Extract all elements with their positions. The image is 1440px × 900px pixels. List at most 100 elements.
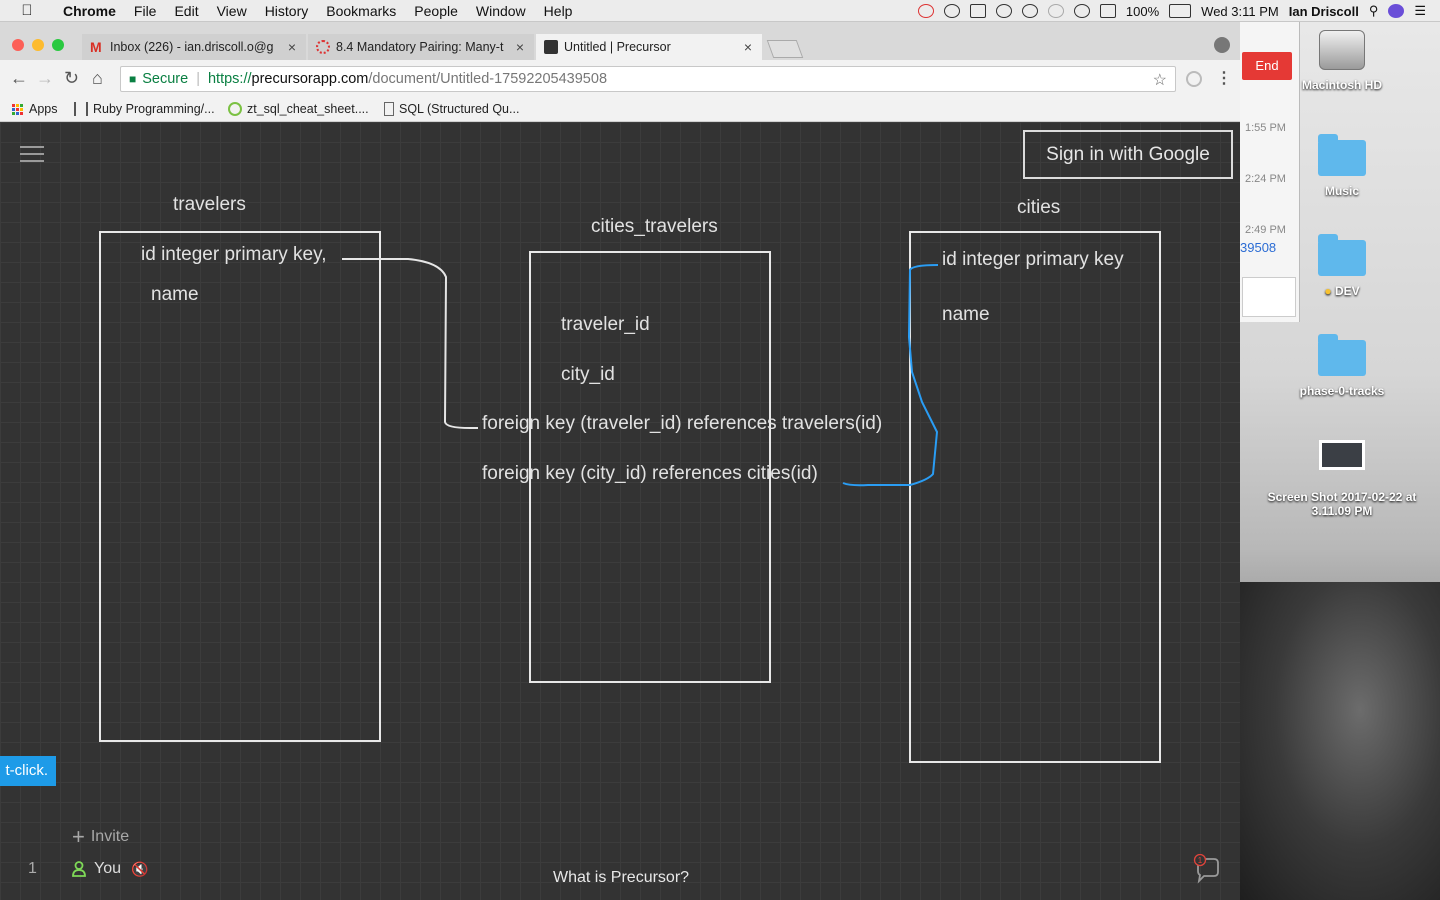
desktop-icon-hd[interactable]: Macintosh HD xyxy=(1282,30,1402,92)
forward-icon[interactable]: → xyxy=(36,68,54,89)
desktop-icon-music[interactable]: Music xyxy=(1282,134,1402,198)
bluetooth-icon[interactable] xyxy=(1047,4,1064,18)
tab-pairing[interactable]: 8.4 Mandatory Pairing: Many-t × xyxy=(308,34,534,60)
close-tab-icon[interactable]: × xyxy=(744,39,752,55)
profile-icon[interactable] xyxy=(1214,37,1230,53)
bookmark-apps[interactable]: Apps xyxy=(12,102,58,116)
folder-icon xyxy=(1318,134,1366,176)
spotlight-search-icon[interactable]: ⚲ xyxy=(1369,3,1379,19)
extension-icon[interactable] xyxy=(1186,71,1202,87)
user-name[interactable]: Ian Driscoll xyxy=(1289,4,1359,19)
dropbox-icon[interactable] xyxy=(969,4,986,18)
close-tab-icon[interactable]: × xyxy=(516,39,524,55)
desktop-icon-label: Screen Shot 2017-02-22 at 3.11.09 PM xyxy=(1267,490,1417,518)
apps-grid-icon xyxy=(12,103,23,115)
what-is-precursor-link[interactable]: What is Precursor? xyxy=(553,869,689,887)
clock[interactable]: Wed 3:11 PM xyxy=(1201,4,1279,19)
chrome-menu-icon[interactable]: ⋮ xyxy=(1216,68,1232,88)
end-button[interactable]: End xyxy=(1242,52,1292,80)
input-box[interactable] xyxy=(1242,277,1296,317)
url-scheme: https:// xyxy=(207,71,252,87)
maximize-window-button[interactable] xyxy=(52,39,64,51)
bookmark-sql[interactable]: SQL (Structured Qu... xyxy=(384,102,519,116)
desktop-icon-label: Music xyxy=(1324,184,1359,198)
notification-center-icon[interactable]: ☰ xyxy=(1414,3,1426,19)
connector-cities-fk xyxy=(842,264,939,487)
screen-record-icon[interactable] xyxy=(943,4,960,18)
user-label[interactable]: You xyxy=(94,860,121,878)
invite-button[interactable]: + Invite xyxy=(72,824,130,849)
bookmarks-bar: Apps Ruby Programming/... zt_sql_cheat_s… xyxy=(0,98,1240,122)
collaborator-row: 1 You 🔇 xyxy=(28,860,148,878)
bookmark-label: SQL (Structured Qu... xyxy=(399,102,520,116)
precursor-canvas[interactable]: Sign in with Google travelers id integer… xyxy=(0,122,1240,900)
lock-icon: ■ xyxy=(129,72,137,86)
menu-bookmarks[interactable]: Bookmarks xyxy=(317,3,405,19)
desktop-icon-screenshot[interactable]: Screen Shot 2017-02-22 at 3.11.09 PM xyxy=(1252,440,1432,518)
separator: | xyxy=(196,71,200,87)
desktop-icon-label: DEV xyxy=(1334,284,1360,298)
devbootcamp-icon xyxy=(316,40,330,54)
tab-precursor[interactable]: Untitled | Precursor × xyxy=(536,34,762,60)
mute-icon[interactable]: 🔇 xyxy=(131,861,148,878)
link-fragment[interactable]: 39508 xyxy=(1240,240,1276,255)
desktop-icon-phase[interactable]: phase-0-tracks xyxy=(1282,334,1402,398)
folder-icon xyxy=(1318,234,1366,276)
bookmark-ruby[interactable]: Ruby Programming/... xyxy=(74,102,215,116)
bookmark-sql-cheat[interactable]: zt_sql_cheat_sheet.... xyxy=(228,102,369,116)
battery-icon[interactable] xyxy=(1169,4,1192,18)
menu-edit[interactable]: Edit xyxy=(165,3,207,19)
invite-label: Invite xyxy=(90,828,130,845)
reload-icon[interactable]: ↻ xyxy=(64,68,79,89)
chat-icon[interactable]: 1 xyxy=(1192,854,1222,884)
time-label: 1:55 PM xyxy=(1245,122,1286,134)
wallpaper-rock xyxy=(1240,582,1440,900)
bookmark-star-icon[interactable]: ☆ xyxy=(1153,70,1167,90)
menu-people[interactable]: People xyxy=(405,3,467,19)
tab-gmail[interactable]: M Inbox (226) - ian.driscoll.o@g × xyxy=(82,34,306,60)
bookmark-label: zt_sql_cheat_sheet.... xyxy=(247,102,369,116)
address-bar[interactable]: ■ Secure | https:// precursorapp.com /do… xyxy=(120,66,1176,92)
menu-window[interactable]: Window xyxy=(467,3,535,19)
home-icon[interactable]: ⌂ xyxy=(92,68,103,89)
close-window-button[interactable] xyxy=(12,39,24,51)
menu-bar:  Chrome File Edit View History Bookmark… xyxy=(0,0,1440,22)
tab-strip: M Inbox (226) - ian.driscoll.o@g × 8.4 M… xyxy=(0,22,1240,60)
siri-icon[interactable] xyxy=(1388,4,1405,18)
tab-title: Untitled | Precursor xyxy=(564,40,671,54)
browser-toolbar: ← → ↻ ⌂ ■ Secure | https:// precursorapp… xyxy=(0,60,1240,98)
url-path: /document/Untitled-17592205439508 xyxy=(368,71,608,87)
accessibility-icon[interactable] xyxy=(995,4,1012,18)
tooltip-hint: t-click. xyxy=(0,756,56,786)
new-tab-button[interactable] xyxy=(766,40,804,58)
wikibooks-icon xyxy=(74,102,88,116)
bookmark-label: Apps xyxy=(29,102,58,116)
apple-menu-icon[interactable]:  xyxy=(0,2,54,19)
close-tab-icon[interactable]: × xyxy=(288,39,296,55)
document-icon xyxy=(384,102,394,116)
back-icon[interactable]: ← xyxy=(10,68,28,89)
plus-icon: + xyxy=(72,824,85,849)
menu-history[interactable]: History xyxy=(256,3,318,19)
time-machine-icon[interactable] xyxy=(1021,4,1038,18)
tag-dot-icon: ● xyxy=(1324,284,1332,298)
bookmark-label: Ruby Programming/... xyxy=(93,102,215,116)
desktop-icon-dev[interactable]: ● DEV xyxy=(1282,234,1402,298)
wifi-icon[interactable] xyxy=(1073,4,1090,18)
menu-file[interactable]: File xyxy=(125,3,166,19)
folder-icon xyxy=(1318,334,1366,376)
menu-app-name[interactable]: Chrome xyxy=(54,3,125,19)
desktop-icon-label: phase-0-tracks xyxy=(1299,384,1385,398)
minimize-window-button[interactable] xyxy=(32,39,44,51)
volume-icon[interactable] xyxy=(1099,4,1116,18)
browser-window: M Inbox (226) - ian.driscoll.o@g × 8.4 M… xyxy=(0,22,1240,900)
cloud-sync-icon[interactable] xyxy=(917,4,934,18)
user-count: 1 xyxy=(28,860,37,877)
status-tray: 100% Wed 3:11 PM Ian Driscoll ⚲ ☰ xyxy=(917,0,1440,22)
menu-view[interactable]: View xyxy=(208,3,256,19)
menu-help[interactable]: Help xyxy=(535,3,582,19)
tab-title: 8.4 Mandatory Pairing: Many-t xyxy=(336,40,504,54)
hard-drive-icon xyxy=(1319,30,1365,70)
user-icon xyxy=(72,861,86,877)
connector-travelers-fk xyxy=(342,258,478,429)
